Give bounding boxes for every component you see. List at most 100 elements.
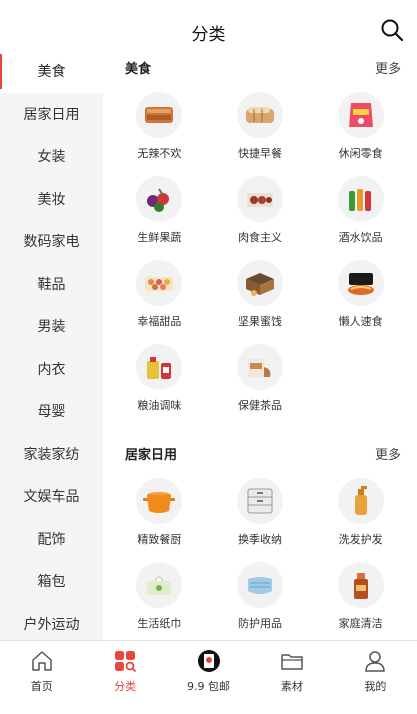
sidebar-item[interactable]: 箱包	[0, 560, 103, 603]
sidebar-item-label: 配饰	[37, 531, 66, 548]
subcategory-label: 坚果蜜饯	[237, 315, 282, 328]
mask-icon	[236, 562, 283, 608]
subcategory-grid: 精致餐厨 换季收纳 洗发护发生活纸巾 防护用品 家庭清洁	[103, 470, 417, 638]
sidebar-item[interactable]: 家装家纺	[0, 433, 103, 476]
page-title: 分类	[191, 25, 226, 45]
coin-icon	[197, 650, 220, 672]
subcategory-label: 肉食主义	[237, 231, 282, 244]
tab-category[interactable]: 分类	[83, 641, 166, 714]
subcategory-label: 粮油调味	[137, 399, 182, 412]
tab-label: 分类	[114, 680, 137, 693]
top-header: 分类	[0, 0, 417, 50]
subcategory-item[interactable]: 保健茶品	[210, 336, 311, 420]
category-section: 居家日用 更多精致餐厨 换季收纳 洗发护发生活纸巾 防护用品 家庭清洁	[103, 436, 417, 638]
sidebar-item[interactable]: 文娱车品	[0, 475, 103, 518]
tab-home[interactable]: 首页	[0, 641, 83, 714]
subcategory-item[interactable]: 休闲零食	[310, 84, 411, 168]
sidebar-item[interactable]: 母婴	[0, 390, 103, 433]
subcategory-item[interactable]: 坚果蜜饯	[210, 252, 311, 336]
subcategory-item[interactable]: 懒人速食	[310, 252, 411, 336]
oil-icon	[136, 344, 183, 390]
more-link[interactable]: 更多	[375, 444, 401, 463]
subcategory-label: 家庭清洁	[338, 617, 383, 630]
sidebar-item-label: 美食	[37, 64, 66, 81]
sidebar-item-label: 母婴	[37, 404, 66, 421]
subcategory-label: 快捷早餐	[237, 147, 282, 160]
sidebar-item-label: 男装	[37, 319, 66, 336]
subcategory-item[interactable]: 换季收纳	[210, 470, 311, 554]
section-title: 美食	[125, 61, 152, 77]
sidebar-item[interactable]: 数码家电	[0, 220, 103, 263]
sidebar-item[interactable]: 配饰	[0, 518, 103, 561]
instant-noodle-icon	[337, 260, 384, 306]
home-icon	[31, 651, 52, 671]
fruit-icon	[136, 176, 183, 222]
search-icon[interactable]	[379, 17, 405, 43]
sidebar-item-label: 鞋品	[37, 276, 66, 293]
subcategory-item[interactable]: 无辣不欢	[109, 84, 210, 168]
drinks-icon	[337, 176, 384, 222]
tab-user[interactable]: 我的	[334, 641, 417, 714]
shampoo-icon	[337, 478, 384, 524]
subcategory-grid: 无辣不欢 快捷早餐 休闲零食生鲜果蔬 肉食主义 酒水饮品幸福甜品 坚果蜜饯 懒人速食粮油调味…	[103, 84, 417, 420]
tab-label: 9.9 包邮	[187, 680, 231, 693]
sidebar-item[interactable]: 鞋品	[0, 263, 103, 306]
sidebar-item[interactable]: 美食	[0, 50, 103, 93]
subcategory-item[interactable]: 幸福甜品	[109, 252, 210, 336]
pot-icon	[136, 478, 183, 524]
sidebar-item-label: 箱包	[37, 574, 66, 591]
sidebar-item[interactable]: 内衣	[0, 348, 103, 391]
subcategory-label: 生鲜果蔬	[137, 231, 182, 244]
tab-label: 首页	[30, 680, 53, 693]
section-header: 美食 更多	[103, 50, 417, 84]
tab-label: 我的	[364, 680, 387, 693]
sidebar-item[interactable]: 美妆	[0, 178, 103, 221]
sidebar-item[interactable]: 居家日用	[0, 93, 103, 136]
subcategory-label: 无辣不欢	[137, 147, 182, 160]
subcategory-item[interactable]: 防护用品	[210, 554, 311, 638]
bottom-tabbar: 首页 分类 9.9 包邮 素材 我的	[0, 640, 417, 714]
subcategory-item[interactable]: 精致餐厨	[109, 470, 210, 554]
sidebar-item-label: 文娱车品	[23, 489, 80, 506]
section-header: 居家日用 更多	[103, 436, 417, 470]
subcategory-item[interactable]: 肉食主义	[210, 168, 311, 252]
sidebar-item-label: 内衣	[37, 361, 66, 378]
subcategory-item[interactable]: 家庭清洁	[310, 554, 411, 638]
subcategory-label: 精致餐厨	[137, 533, 182, 546]
storage-box-icon	[236, 478, 283, 524]
snack-bag-icon	[337, 92, 384, 138]
category-section: 美食 更多无辣不欢 快捷早餐 休闲零食生鲜果蔬 肉食主义 酒水饮品幸福甜品 坚果蜜饯 懒人速食…	[103, 50, 417, 420]
nuts-icon	[236, 260, 283, 306]
section-title: 居家日用	[125, 447, 178, 463]
subcategory-label: 懒人速食	[338, 315, 383, 328]
tab-coin[interactable]: 9.9 包邮	[167, 641, 250, 714]
subcategory-item[interactable]: 酒水饮品	[310, 168, 411, 252]
meat-icon	[236, 176, 283, 222]
subcategory-label: 保健茶品	[237, 399, 282, 412]
dessert-icon	[136, 260, 183, 306]
tea-icon	[236, 344, 283, 390]
subcategory-item[interactable]: 洗发护发	[310, 470, 411, 554]
subcategory-item[interactable]: 生鲜果蔬	[109, 168, 210, 252]
tissue-icon	[136, 562, 183, 608]
cleaner-icon	[337, 562, 384, 608]
subcategory-label: 休闲零食	[338, 147, 383, 160]
user-icon	[365, 651, 386, 672]
subcategory-label: 幸福甜品	[137, 315, 182, 328]
subcategory-label: 酒水饮品	[338, 231, 383, 244]
sidebar-item[interactable]: 户外运动	[0, 603, 103, 641]
subcategory-label: 洗发护发	[338, 533, 383, 546]
sidebar-item[interactable]: 男装	[0, 305, 103, 348]
tab-folder[interactable]: 素材	[250, 641, 333, 714]
tab-label: 素材	[280, 680, 303, 693]
more-link[interactable]: 更多	[375, 58, 401, 77]
folder-icon	[281, 654, 303, 670]
subcategory-item[interactable]: 快捷早餐	[210, 84, 311, 168]
category-sidebar: 美食居家日用 女装 美妆数码家电鞋品男装内衣母婴家装家纺文娱车品配饰箱包户外运动	[0, 50, 103, 640]
category-content: 美食 更多 无辣不欢 快捷早餐 休闲零食 生鲜果蔬 肉食主义 酒水饮品 幸福甜品 坚果蜜饯 懒人速食…	[103, 50, 417, 640]
sidebar-item[interactable]: 女装	[0, 135, 103, 178]
sidebar-item-label: 数码家电	[23, 234, 80, 251]
sidebar-item-label: 家装家纺	[23, 446, 80, 463]
subcategory-item[interactable]: 粮油调味	[109, 336, 210, 420]
subcategory-item[interactable]: 生活纸巾	[109, 554, 210, 638]
